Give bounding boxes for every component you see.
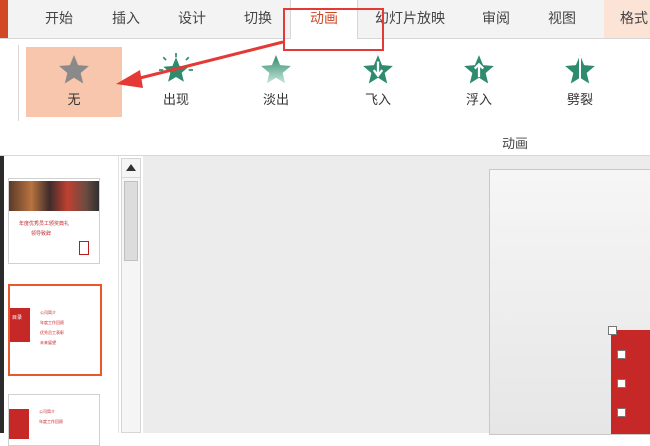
slide-thumbnail-3[interactable]: 公司简介 年度工作回顾 [8,394,100,446]
resize-handle[interactable] [617,350,626,359]
slide-1-title: 年度优秀员工颁奖典礼 [19,221,70,227]
resize-handle[interactable] [608,326,617,335]
slide-2-item-3: 优秀员工表彰 [40,330,64,335]
slide-3-item-1: 公司简介 [39,409,55,414]
slide-1-logo [79,241,89,255]
scroll-up-arrow-icon[interactable] [122,159,140,178]
slide-2-header: 目录 [12,315,23,321]
slide-2-item-1: 公司简介 [40,310,56,315]
slide-thumbnail-1[interactable]: 年度优秀员工颁奖典礼 领导致辞 [8,178,100,264]
resize-handle[interactable] [617,379,626,388]
slide-3-red-block [9,409,29,439]
slide-1-photo-strip [9,181,99,211]
resize-handle[interactable] [617,408,626,417]
slide-2-item-2: 年度工作回顾 [40,320,64,325]
thumbnail-scrollbar[interactable] [121,158,141,433]
slide-thumbnail-pane: 年度优秀员工颁奖典礼 领导致辞 目录 公司简介 年度工作回顾 优秀员工表彰 未来… [0,156,119,446]
slide-thumbnail-2[interactable]: 目录 公司简介 年度工作回顾 优秀员工表彰 未来展望 [8,284,102,376]
scroll-thumb[interactable] [124,181,138,261]
slide-3-item-2: 年度工作回顾 [39,419,63,424]
slide-1-subtitle: 领导致辞 [31,231,52,237]
thumbnail-pane-edge [0,156,4,433]
current-slide-canvas[interactable] [489,169,650,435]
slide-2-item-4: 未来展望 [40,340,56,345]
